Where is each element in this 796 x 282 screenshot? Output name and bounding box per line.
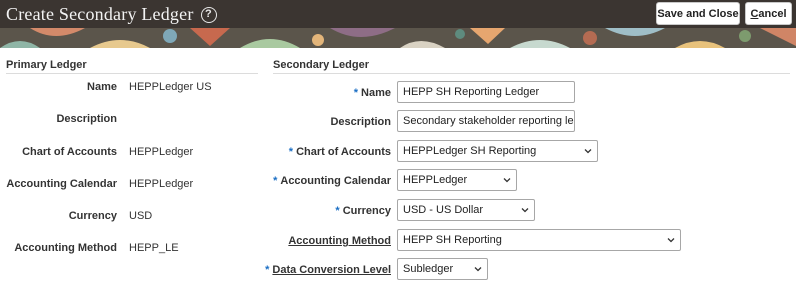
chevron-down-icon: [474, 267, 482, 272]
primary-name-label: Name: [87, 81, 117, 93]
secondary-chart-of-accounts-label: * Chart of Accounts: [288, 146, 391, 158]
page-header: Create Secondary Ledger ? Save and Close…: [0, 0, 796, 28]
primary-accounting-method-label: Accounting Method: [14, 242, 117, 254]
accounting-calendar-select[interactable]: HEPPLedger: [397, 169, 517, 191]
secondary-accounting-method-label: Accounting Method: [288, 235, 391, 247]
help-icon[interactable]: ?: [200, 6, 217, 23]
primary-name-value: HEPPLedger US: [129, 81, 212, 93]
required-indicator: *: [273, 175, 278, 187]
primary-chart-of-accounts-value: HEPPLedger: [129, 146, 194, 158]
cancel-accelerator: C: [750, 7, 759, 20]
data-conversion-level-value: Subledger: [403, 263, 454, 275]
primary-description-label: Description: [56, 113, 117, 125]
required-indicator: *: [288, 146, 294, 158]
accounting-method-value: HEPP SH Reporting: [403, 234, 502, 246]
decorative-banner: [0, 28, 796, 48]
secondary-divider: [273, 73, 790, 74]
secondary-description-label: Description: [330, 116, 391, 128]
primary-currency-value: USD: [129, 210, 153, 222]
chart-of-accounts-select[interactable]: HEPPLedger SH Reporting: [397, 140, 598, 162]
secondary-name-label: * Name: [353, 87, 391, 99]
required-indicator: *: [265, 264, 270, 276]
accounting-method-select[interactable]: HEPP SH Reporting: [397, 229, 681, 251]
secondary-data-conversion-level-label: * Data Conversion Level: [265, 264, 391, 276]
save-and-close-button[interactable]: Save and Close: [656, 2, 740, 25]
primary-accounting-method-value: HEPP_LE: [129, 242, 179, 254]
secondary-description-input[interactable]: Secondary stakeholder reporting ledge: [397, 110, 575, 132]
data-conversion-level-select[interactable]: Subledger: [397, 258, 488, 280]
primary-accounting-calendar-label: Accounting Calendar: [6, 178, 117, 190]
chevron-down-icon: [584, 149, 592, 154]
chevron-down-icon: [503, 178, 511, 183]
currency-select[interactable]: USD - US Dollar: [397, 199, 535, 221]
currency-value: USD - US Dollar: [403, 204, 484, 216]
page-title-wrap: Create Secondary Ledger ?: [6, 4, 217, 25]
primary-divider: [6, 73, 258, 74]
page-title: Create Secondary Ledger: [6, 4, 194, 24]
secondary-accounting-calendar-label: * Accounting Calendar: [273, 175, 391, 187]
chevron-down-icon: [521, 208, 529, 213]
secondary-name-input[interactable]: HEPP SH Reporting Ledger: [397, 81, 575, 103]
secondary-ledger-heading: Secondary Ledger: [273, 59, 369, 71]
primary-chart-of-accounts-label: Chart of Accounts: [22, 146, 117, 158]
secondary-currency-label: * Currency: [335, 205, 391, 217]
accounting-calendar-value: HEPPLedger: [403, 174, 468, 186]
cancel-button[interactable]: Cancel: [745, 2, 792, 25]
primary-currency-label: Currency: [68, 210, 117, 222]
primary-ledger-heading: Primary Ledger: [6, 59, 87, 71]
primary-accounting-calendar-value: HEPPLedger: [129, 178, 194, 190]
chevron-down-icon: [667, 238, 675, 243]
required-indicator: *: [335, 205, 340, 217]
chart-of-accounts-value: HEPPLedger SH Reporting: [403, 145, 537, 157]
cancel-label-rest: ancel: [758, 7, 787, 20]
banner-pattern: [0, 28, 796, 48]
required-indicator: *: [353, 87, 359, 99]
